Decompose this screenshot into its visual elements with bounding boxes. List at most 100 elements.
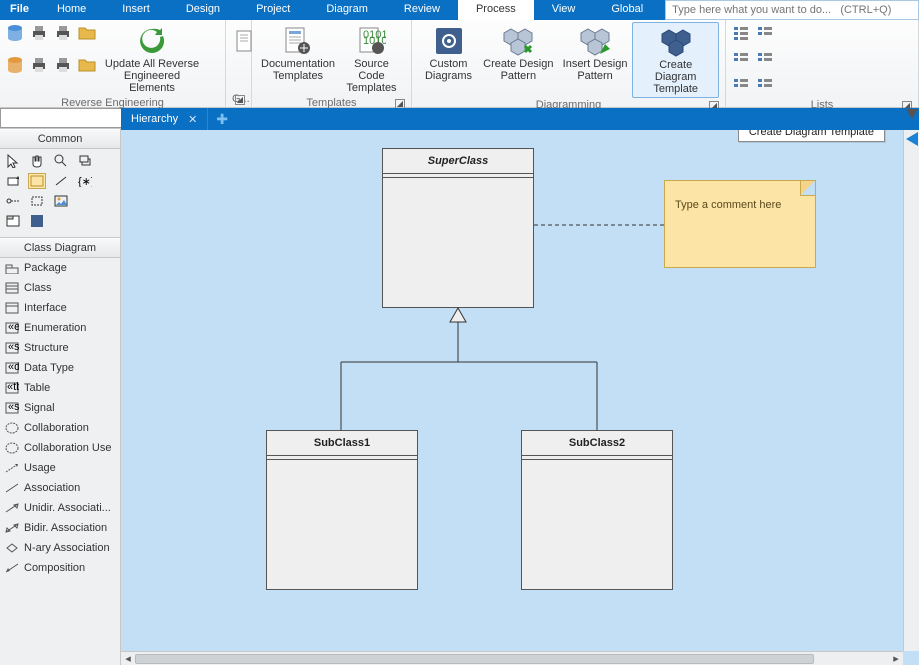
palette-item-label: Structure bbox=[24, 342, 69, 354]
class-subclass2[interactable]: SubClass2 bbox=[521, 430, 673, 590]
tooltip-create-template: Create Diagram Template bbox=[738, 130, 885, 142]
folder-open-icon[interactable] bbox=[78, 24, 96, 42]
glossary-dialog-launcher[interactable]: ◢ bbox=[235, 95, 245, 105]
tab-review[interactable]: Review bbox=[386, 0, 458, 20]
line-tool[interactable] bbox=[52, 173, 70, 189]
tab-process[interactable]: Process bbox=[458, 0, 534, 20]
create-pattern-label: Create Design Pattern bbox=[483, 58, 554, 82]
close-tab-icon[interactable]: ✕ bbox=[188, 113, 197, 126]
palette-item-icon bbox=[5, 302, 19, 314]
list-icon-6[interactable] bbox=[756, 76, 774, 94]
palette-item-label: Collaboration bbox=[24, 422, 89, 434]
color-tool[interactable] bbox=[28, 213, 46, 229]
frame-tool[interactable] bbox=[4, 213, 22, 229]
palette-item-usage[interactable]: Usage bbox=[0, 458, 120, 478]
palette-item-enumeration[interactable]: «e»Enumeration bbox=[0, 318, 120, 338]
update-reverse-btn[interactable]: Update All Reverse Engineered Elements bbox=[96, 22, 208, 96]
custom-diagrams-btn[interactable]: Custom Diagrams bbox=[418, 22, 479, 98]
list-icon-5[interactable] bbox=[756, 50, 774, 68]
palette-item-structure[interactable]: «s» Structure bbox=[0, 338, 120, 358]
tab-file[interactable]: File bbox=[0, 0, 39, 20]
palette-item-label: Bidir. Association bbox=[24, 522, 107, 534]
create-pattern-btn[interactable]: Create Design Pattern bbox=[479, 22, 558, 98]
pointer-tool[interactable] bbox=[4, 153, 22, 169]
list-icon-4[interactable] bbox=[756, 24, 774, 42]
palette-item-class[interactable]: Class bbox=[0, 278, 120, 298]
list-icon-2[interactable] bbox=[732, 50, 750, 68]
tab-home[interactable]: Home bbox=[39, 0, 104, 20]
svg-text:{∗}: {∗} bbox=[78, 176, 92, 187]
doc-templates-btn[interactable]: Documentation Templates bbox=[258, 22, 338, 96]
palette-item-unidir-associati-[interactable]: Unidir. Associati... bbox=[0, 498, 120, 518]
insert-pattern-btn[interactable]: Insert Design Pattern bbox=[558, 22, 633, 98]
recycle-icon bbox=[137, 26, 167, 56]
common-tool-grid: {∗} bbox=[0, 149, 120, 238]
zoom-tool[interactable] bbox=[52, 153, 70, 169]
diagram-note[interactable]: Type a comment here bbox=[664, 180, 816, 268]
palette-item-package[interactable]: Package bbox=[0, 258, 120, 278]
image-tool[interactable] bbox=[52, 193, 70, 209]
tab-design[interactable]: Design bbox=[168, 0, 238, 20]
palette-item-association[interactable]: Association bbox=[0, 478, 120, 498]
palette-item-label: Usage bbox=[24, 462, 56, 474]
tab-insert[interactable]: Insert bbox=[104, 0, 168, 20]
doc-tab-hierarchy[interactable]: Hierarchy ✕ bbox=[121, 108, 208, 130]
printer-icon[interactable] bbox=[30, 24, 48, 42]
tab-project[interactable]: Project bbox=[238, 0, 308, 20]
create-diagram-template-btn[interactable]: Create Diagram Template bbox=[632, 22, 719, 98]
note-tool[interactable] bbox=[28, 173, 46, 189]
list-icon-1[interactable] bbox=[732, 24, 750, 42]
class-subclass1[interactable]: SubClass1 bbox=[266, 430, 418, 590]
palette-item-collaboration[interactable]: Collaboration bbox=[0, 418, 120, 438]
src-templates-label: Source Code Templates bbox=[342, 58, 401, 94]
class-subclass1-name: SubClass1 bbox=[267, 431, 417, 456]
palette-item-label: Enumeration bbox=[24, 322, 86, 334]
printer-icon-4[interactable] bbox=[54, 56, 72, 74]
palette-item-label: Signal bbox=[24, 402, 55, 414]
scroll-right-icon[interactable]: ▸ bbox=[889, 652, 903, 665]
diagram-canvas[interactable]: Create Diagram Template SuperClass SubCl… bbox=[121, 130, 919, 665]
palette-item-label: Data Type bbox=[24, 362, 74, 374]
collapse-panel-icon[interactable] bbox=[906, 132, 918, 146]
palette-item-bidir-association[interactable]: Bidir. Association bbox=[0, 518, 120, 538]
palette-item-collaboration-use[interactable]: Collaboration Use bbox=[0, 438, 120, 458]
palette-item-n-ary-association[interactable]: N-ary Association bbox=[0, 538, 120, 558]
db-orange-icon[interactable] bbox=[6, 56, 24, 74]
hscrollbar[interactable]: ◂ ▸ bbox=[121, 651, 903, 665]
scroll-thumb[interactable] bbox=[135, 654, 814, 664]
note-anchor-line bbox=[534, 223, 665, 227]
insert-pattern-icon bbox=[578, 26, 612, 56]
palette-item-table[interactable]: «tb»Table bbox=[0, 378, 120, 398]
scroll-left-icon[interactable]: ◂ bbox=[121, 652, 135, 665]
db-blue-icon[interactable] bbox=[6, 24, 24, 42]
constraint-tool[interactable]: {∗} bbox=[76, 173, 94, 189]
class-superclass[interactable]: SuperClass bbox=[382, 148, 534, 308]
tab-view[interactable]: View bbox=[534, 0, 594, 20]
palette-item-icon bbox=[5, 462, 19, 474]
tell-me-input[interactable] bbox=[665, 0, 919, 20]
text-tool[interactable] bbox=[4, 173, 22, 189]
folder-open-icon-2[interactable] bbox=[78, 56, 96, 74]
palette-item-icon: «s» bbox=[5, 342, 19, 354]
palette-item-signal[interactable]: «s»Signal bbox=[0, 398, 120, 418]
palette-item-icon: «d» bbox=[5, 362, 19, 374]
palette-common-header[interactable]: Common bbox=[0, 129, 120, 149]
tab-global[interactable]: Global bbox=[593, 0, 661, 20]
palette-class-header[interactable]: Class Diagram bbox=[0, 238, 120, 258]
workspace-menu-caret[interactable] bbox=[906, 109, 918, 119]
anchor-tool[interactable] bbox=[4, 193, 22, 209]
palette-item-icon bbox=[5, 522, 19, 534]
boundary-tool[interactable] bbox=[28, 193, 46, 209]
pan-tool[interactable] bbox=[76, 153, 94, 169]
printer-icon-3[interactable] bbox=[54, 24, 72, 42]
list-icon-3[interactable] bbox=[732, 76, 750, 94]
printer-icon-2[interactable] bbox=[30, 56, 48, 74]
add-tab-icon[interactable]: ✚ bbox=[208, 111, 236, 128]
src-templates-btn[interactable]: 01011010 Source Code Templates bbox=[338, 22, 405, 96]
palette-item-composition[interactable]: Composition bbox=[0, 558, 120, 578]
palette-item-interface[interactable]: Interface bbox=[0, 298, 120, 318]
palette-item-data-type[interactable]: «d» Data Type bbox=[0, 358, 120, 378]
ribbon: Update All Reverse Engineered Elements R… bbox=[0, 20, 919, 108]
tab-diagram[interactable]: Diagram bbox=[308, 0, 386, 20]
hand-tool[interactable] bbox=[28, 153, 46, 169]
